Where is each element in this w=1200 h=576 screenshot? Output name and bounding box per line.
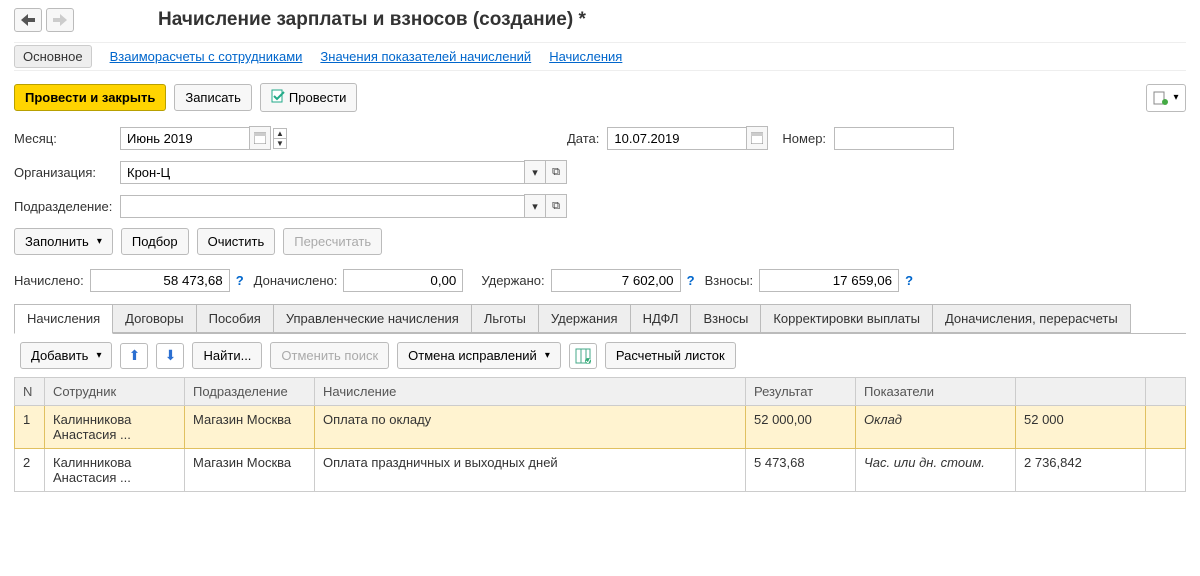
- tab-7[interactable]: Взносы: [690, 304, 761, 333]
- accruals-table: N Сотрудник Подразделение Начисление Рез…: [14, 377, 1186, 492]
- table-row[interactable]: 1Калинникова Анастасия ...Магазин Москва…: [15, 406, 1186, 449]
- recalc-button: Пересчитать: [283, 228, 382, 255]
- chevron-down-icon: ▾: [97, 236, 102, 247]
- add-value[interactable]: [343, 269, 463, 292]
- page-title: Начисление зарплаты и взносов (создание)…: [158, 9, 586, 31]
- grid-settings-button[interactable]: [569, 343, 597, 369]
- tab-5[interactable]: Удержания: [538, 304, 631, 333]
- chevron-down-icon: ▾: [1173, 92, 1178, 103]
- col-n: N: [15, 378, 45, 406]
- tab-4[interactable]: Льготы: [471, 304, 539, 333]
- org-label: Организация:: [14, 165, 120, 180]
- help-icon[interactable]: ?: [236, 273, 244, 288]
- calendar-icon[interactable]: [249, 126, 271, 150]
- payslip-button[interactable]: Расчетный листок: [605, 342, 736, 369]
- hold-label: Удержано:: [481, 273, 544, 288]
- add-button[interactable]: Добавить▾: [20, 342, 112, 369]
- div-input[interactable]: [120, 195, 525, 218]
- hold-value[interactable]: [551, 269, 681, 292]
- col-indicator: Показатели: [856, 378, 1016, 406]
- tab-1[interactable]: Договоры: [112, 304, 196, 333]
- cancel-find-button: Отменить поиск: [270, 342, 389, 369]
- tab-0[interactable]: Начисления: [14, 304, 113, 334]
- col-extra: [1146, 378, 1186, 406]
- date-input[interactable]: [607, 127, 747, 150]
- move-up-button[interactable]: ⬆: [120, 343, 148, 369]
- month-stepper[interactable]: ▲ ▼: [273, 128, 287, 149]
- div-label: Подразделение:: [14, 199, 120, 214]
- find-button[interactable]: Найти...: [192, 342, 262, 369]
- tab-8[interactable]: Корректировки выплаты: [760, 304, 933, 333]
- cont-value[interactable]: [759, 269, 899, 292]
- post-button[interactable]: Провести: [260, 83, 358, 112]
- col-calculation: Начисление: [315, 378, 746, 406]
- forward-button[interactable]: [46, 8, 74, 32]
- date-calendar-icon[interactable]: [746, 126, 768, 150]
- nav-main[interactable]: Основное: [14, 45, 92, 68]
- save-button[interactable]: Записать: [174, 84, 252, 111]
- tabbar: НачисленияДоговорыПособияУправленческие …: [14, 304, 1186, 334]
- month-label: Месяц:: [14, 131, 120, 146]
- post-close-button[interactable]: Провести и закрыть: [14, 84, 166, 111]
- tab-2[interactable]: Пособия: [196, 304, 274, 333]
- date-label: Дата:: [567, 131, 599, 146]
- tab-6[interactable]: НДФЛ: [630, 304, 692, 333]
- post-icon: [271, 89, 285, 106]
- clear-button[interactable]: Очистить: [197, 228, 276, 255]
- col-result: Результат: [746, 378, 856, 406]
- pick-button[interactable]: Подбор: [121, 228, 189, 255]
- calc-value[interactable]: [90, 269, 230, 292]
- number-input[interactable]: [834, 127, 954, 150]
- nav-settlements[interactable]: Взаиморасчеты с сотрудниками: [110, 49, 303, 64]
- cont-label: Взносы:: [705, 273, 754, 288]
- col-indicator-value: [1016, 378, 1146, 406]
- org-dropdown-icon[interactable]: ▾: [524, 160, 546, 184]
- move-down-button[interactable]: ⬇: [156, 343, 184, 369]
- div-open-icon[interactable]: ⧉: [545, 194, 567, 218]
- tab-9[interactable]: Доначисления, перерасчеты: [932, 304, 1131, 333]
- nav-calculations[interactable]: Начисления: [549, 49, 622, 64]
- table-row[interactable]: 2Калинникова Анастасия ...Магазин Москва…: [15, 449, 1186, 492]
- chevron-down-icon: ▾: [545, 350, 550, 361]
- help-icon[interactable]: ?: [905, 273, 913, 288]
- org-input[interactable]: [120, 161, 525, 184]
- chevron-down-icon: ▾: [96, 350, 101, 361]
- cancel-fix-button[interactable]: Отмена исправлений▾: [397, 342, 561, 369]
- col-division: Подразделение: [185, 378, 315, 406]
- calc-label: Начислено:: [14, 273, 84, 288]
- org-open-icon[interactable]: ⧉: [545, 160, 567, 184]
- nav-values[interactable]: Значения показателей начислений: [320, 49, 531, 64]
- help-icon[interactable]: ?: [687, 273, 695, 288]
- tab-3[interactable]: Управленческие начисления: [273, 304, 472, 333]
- div-dropdown-icon[interactable]: ▾: [524, 194, 546, 218]
- more-actions-button[interactable]: ▾: [1146, 84, 1186, 112]
- add-label: Доначислено:: [254, 273, 338, 288]
- col-employee: Сотрудник: [45, 378, 185, 406]
- fill-button[interactable]: Заполнить▾: [14, 228, 113, 255]
- stepper-down[interactable]: ▼: [273, 138, 287, 149]
- month-input[interactable]: [120, 127, 250, 150]
- number-label: Номер:: [782, 131, 826, 146]
- back-button[interactable]: [14, 8, 42, 32]
- post-label: Провести: [289, 90, 347, 105]
